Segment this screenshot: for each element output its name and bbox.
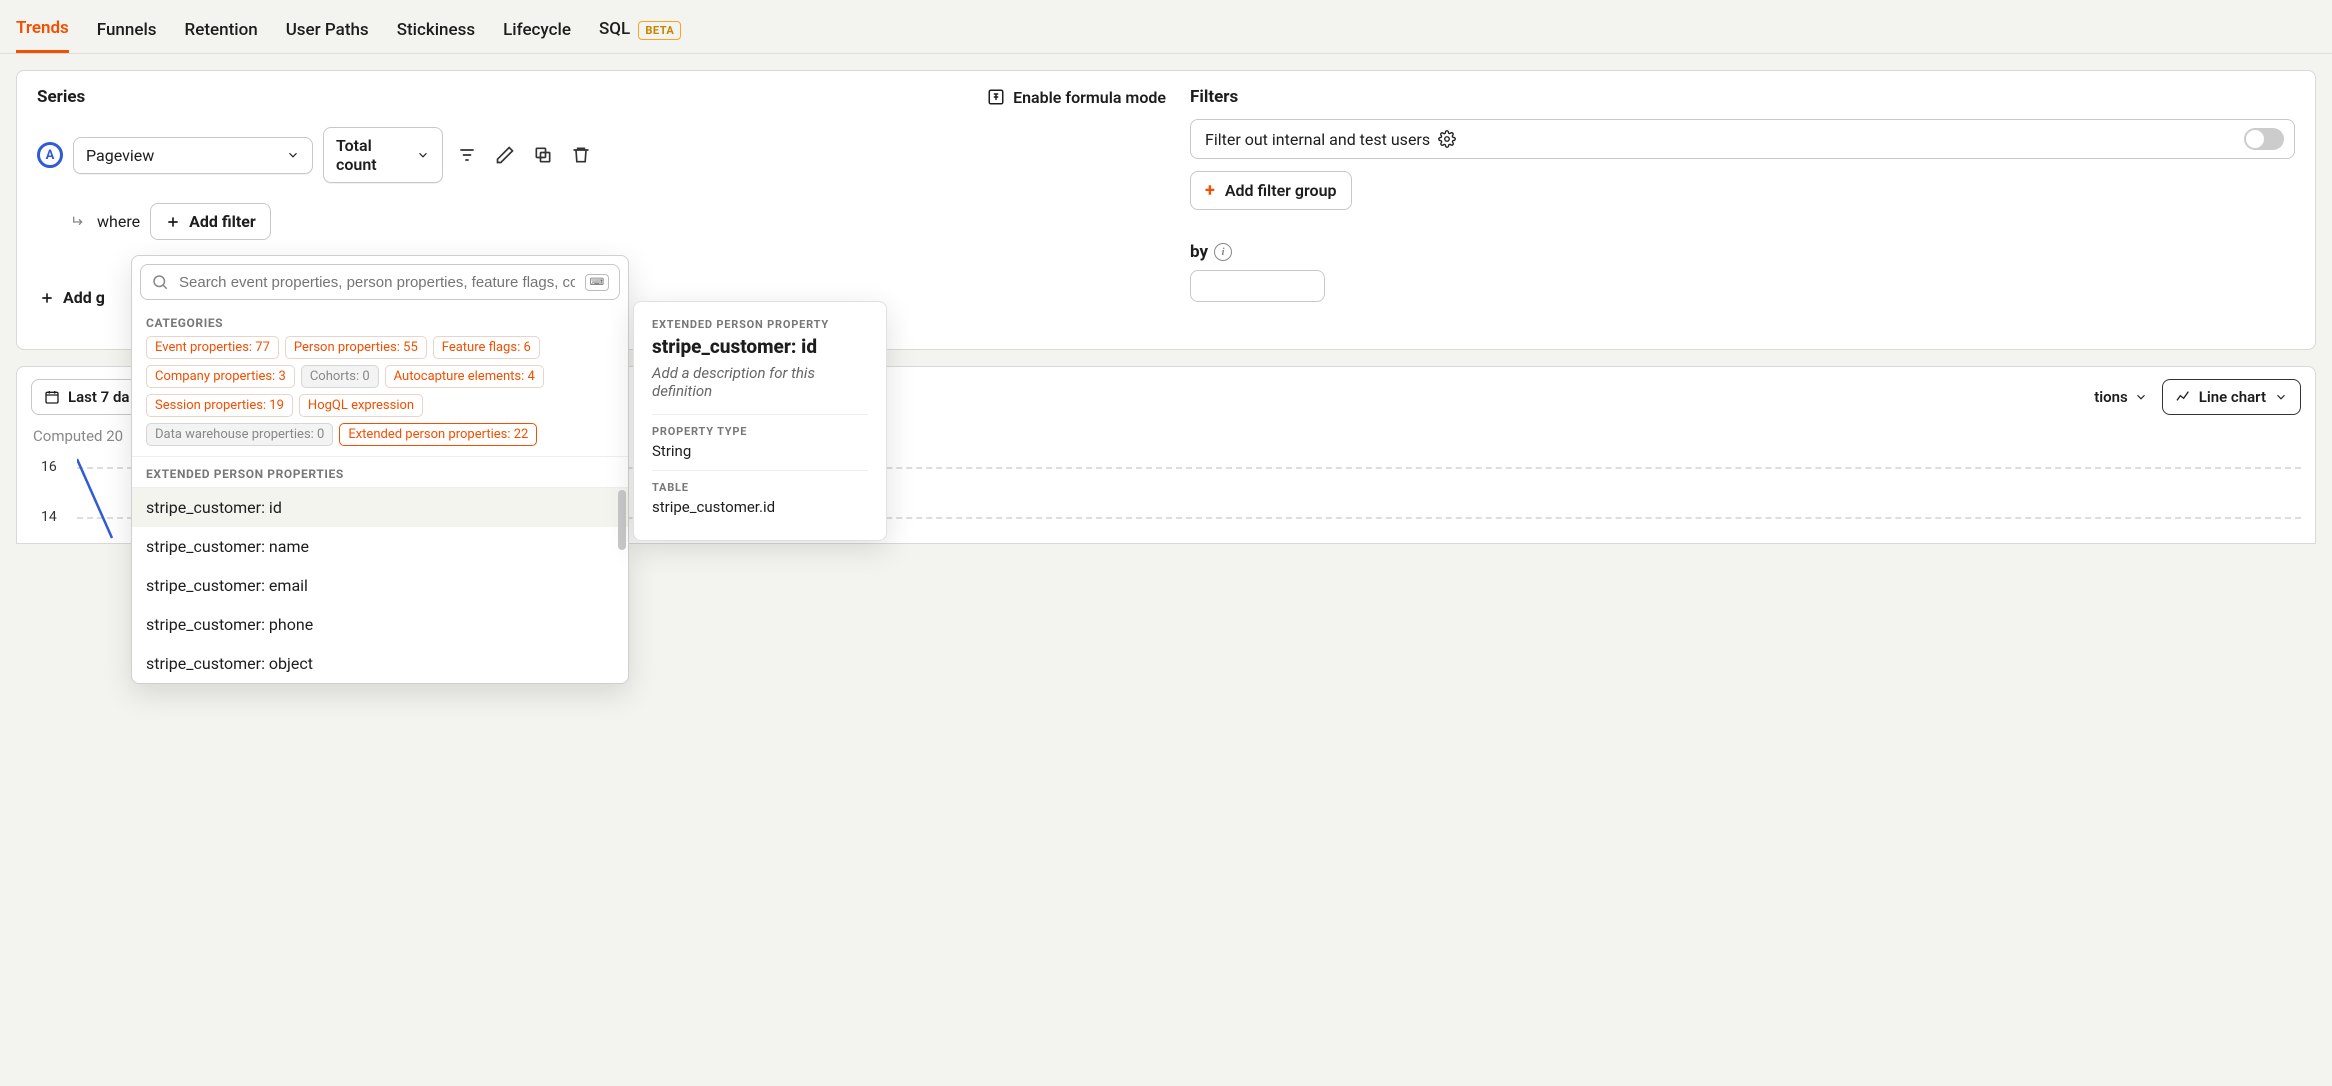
- property-item[interactable]: stripe_customer: object: [132, 644, 628, 683]
- aggregation-select[interactable]: Total count: [323, 127, 443, 183]
- chevron-down-icon: [286, 148, 300, 162]
- property-search[interactable]: ⌨: [140, 264, 620, 300]
- categories-label: CATEGORIES: [132, 308, 628, 336]
- chevron-down-icon: [2134, 390, 2148, 404]
- plus-icon: +: [1205, 180, 1215, 201]
- property-search-input[interactable]: [179, 274, 575, 291]
- enable-formula-mode[interactable]: Enable formula mode: [987, 88, 1166, 107]
- where-label: where: [97, 212, 140, 231]
- series-title: Series: [37, 87, 85, 107]
- detail-table-value: stripe_customer.id: [652, 498, 868, 516]
- delete-icon[interactable]: [567, 141, 595, 169]
- plus-icon: [39, 290, 55, 306]
- tab-lifecycle[interactable]: Lifecycle: [503, 12, 571, 52]
- y-tick: 16: [41, 459, 57, 475]
- chevron-down-icon: [2274, 390, 2288, 404]
- tab-sql[interactable]: SQL BETA: [599, 11, 681, 51]
- beta-badge: BETA: [638, 21, 681, 40]
- category-chip[interactable]: Feature flags: 6: [433, 336, 540, 359]
- internal-users-label: Filter out internal and test users: [1205, 130, 1430, 149]
- detail-table-label: TABLE: [652, 481, 868, 494]
- breakdown-by: by i: [1190, 242, 2295, 262]
- chart-line: [77, 453, 137, 543]
- add-filter-button[interactable]: Add filter: [150, 203, 271, 240]
- property-item[interactable]: stripe_customer: name: [132, 527, 628, 566]
- formula-icon: [987, 88, 1005, 106]
- tab-retention[interactable]: Retention: [185, 12, 258, 52]
- category-chip[interactable]: Company properties: 3: [146, 365, 295, 388]
- tab-funnels[interactable]: Funnels: [97, 12, 157, 52]
- detail-title: stripe_customer: id: [652, 335, 868, 358]
- config-panel: Series Enable formula mode A Pageview To…: [16, 70, 2316, 350]
- keyboard-icon: ⌨: [585, 274, 609, 291]
- property-list[interactable]: stripe_customer: id stripe_customer: nam…: [132, 487, 628, 683]
- tab-trends[interactable]: Trends: [16, 10, 69, 53]
- property-filter-popover: ⌨ CATEGORIES Event properties: 77 Person…: [131, 255, 629, 684]
- options-button[interactable]: tions: [2090, 380, 2152, 414]
- info-icon[interactable]: i: [1214, 243, 1232, 261]
- category-chip[interactable]: Session properties: 19: [146, 394, 293, 417]
- calendar-icon: [44, 389, 60, 405]
- date-range-select[interactable]: Last 7 da: [31, 379, 142, 415]
- property-list-label: EXTENDED PERSON PROPERTIES: [132, 456, 628, 487]
- edit-icon[interactable]: [491, 141, 519, 169]
- detail-description[interactable]: Add a description for this definition: [652, 364, 868, 400]
- search-icon: [151, 273, 169, 291]
- category-chip[interactable]: Autocapture elements: 4: [385, 365, 544, 388]
- add-filter-group-button[interactable]: + Add filter group: [1190, 171, 1352, 210]
- detail-header-label: EXTENDED PERSON PROPERTY: [652, 318, 868, 331]
- category-chip[interactable]: Extended person properties: 22: [339, 423, 537, 446]
- category-chips: Event properties: 77 Person properties: …: [132, 336, 628, 456]
- scrollbar[interactable]: [618, 490, 626, 550]
- category-chip[interactable]: Data warehouse properties: 0: [146, 423, 333, 446]
- tab-stickiness[interactable]: Stickiness: [397, 12, 475, 52]
- arrow-corner-icon: [71, 214, 87, 230]
- series-badge-a: A: [37, 142, 63, 168]
- detail-type-value: String: [652, 442, 868, 460]
- detail-type-label: PROPERTY TYPE: [652, 425, 868, 438]
- chevron-down-icon: [416, 148, 430, 162]
- filter-icon[interactable]: [453, 141, 481, 169]
- breakdown-select[interactable]: [1190, 270, 1325, 302]
- property-item[interactable]: stripe_customer: email: [132, 566, 628, 605]
- category-chip[interactable]: Event properties: 77: [146, 336, 279, 359]
- category-chip[interactable]: Person properties: 55: [285, 336, 427, 359]
- gear-icon[interactable]: [1438, 130, 1456, 148]
- property-detail-panel: EXTENDED PERSON PROPERTY stripe_customer…: [633, 301, 887, 541]
- series-row-a: A Pageview Total count: [37, 127, 1166, 183]
- copy-icon[interactable]: [529, 141, 557, 169]
- event-select[interactable]: Pageview: [73, 137, 313, 174]
- plus-icon: [165, 214, 181, 230]
- tab-user-paths[interactable]: User Paths: [286, 12, 369, 52]
- property-item[interactable]: stripe_customer: phone: [132, 605, 628, 644]
- internal-users-toggle[interactable]: [2244, 128, 2284, 150]
- line-chart-icon: [2175, 389, 2191, 405]
- where-row: where Add filter: [37, 203, 1166, 240]
- filters-column: Filters Filter out internal and test use…: [1190, 87, 2295, 333]
- category-chip[interactable]: Cohorts: 0: [301, 365, 379, 388]
- chart-type-select[interactable]: Line chart: [2162, 379, 2301, 415]
- property-item[interactable]: stripe_customer: id: [132, 488, 628, 527]
- add-graph-label: Add g: [63, 288, 105, 307]
- internal-users-filter[interactable]: Filter out internal and test users: [1190, 119, 2295, 159]
- y-tick: 14: [41, 509, 57, 525]
- filters-title: Filters: [1190, 87, 2295, 107]
- insight-tabs: Trends Funnels Retention User Paths Stic…: [0, 0, 2332, 54]
- category-chip[interactable]: HogQL expression: [299, 394, 423, 417]
